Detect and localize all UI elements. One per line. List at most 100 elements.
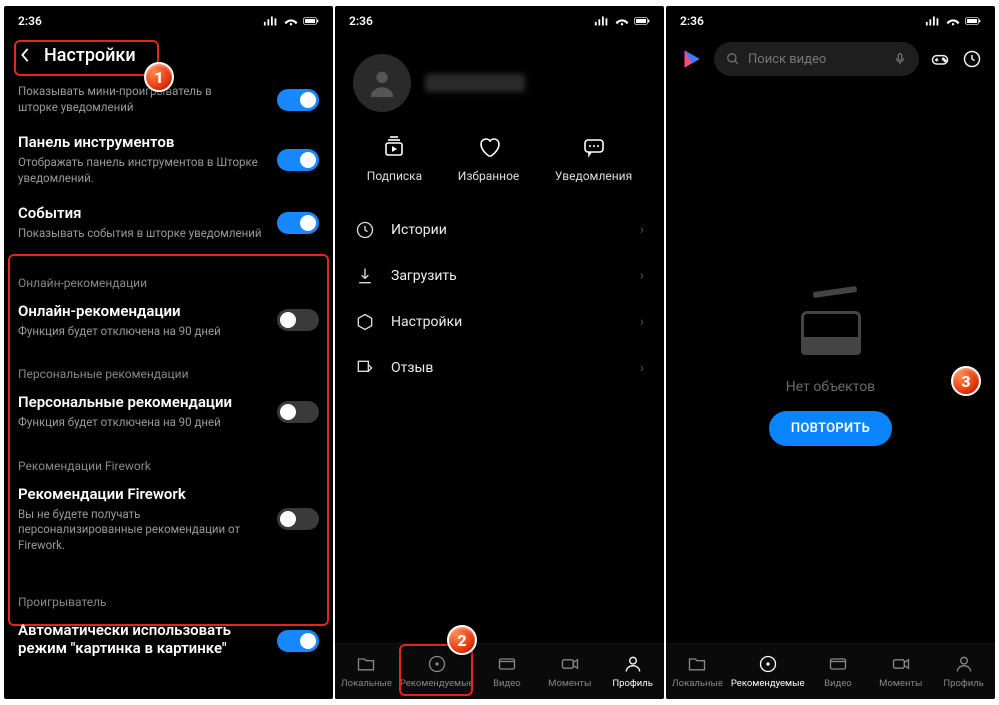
nav-recommended[interactable]: Рекомендуемые [398, 650, 476, 693]
chat-icon [579, 134, 609, 160]
chevron-right-icon: › [640, 360, 644, 376]
section-personal-recs: Персональные рекомендации [18, 349, 319, 385]
menu-list: Истории › Загрузить › Настройки › Отзыв … [335, 203, 664, 395]
nav-local[interactable]: Локальные [335, 650, 398, 693]
setting-desc: Функция будет отключена на 90 дней [18, 415, 232, 431]
search-placeholder: Поиск видео [748, 52, 826, 67]
menu-label: Отзыв [391, 360, 433, 376]
nav-profile[interactable]: Профиль [601, 650, 664, 693]
step-badge-3: 3 [951, 366, 981, 396]
setting-title: Панель инструментов [18, 133, 267, 151]
back-icon[interactable] [14, 44, 36, 66]
nav-label: Профиль [943, 678, 984, 689]
setting-firework-recs[interactable]: Рекомендации Firework Вы не будете получ… [18, 477, 319, 564]
toggle-events[interactable] [277, 212, 319, 234]
setting-desc: Отображать панель инструментов в Шторке … [18, 155, 267, 186]
menu-label: Истории [391, 222, 447, 238]
setting-desc: Показывать события в шторке уведомлений [18, 226, 262, 242]
menu-history[interactable]: Истории › [343, 207, 656, 253]
toggle-firework-recs[interactable] [277, 508, 319, 530]
nav-video[interactable]: Видео [807, 650, 870, 693]
nav-moments[interactable]: Моменты [869, 650, 932, 693]
nav-moments[interactable]: Моменты [538, 650, 601, 693]
nav-profile[interactable]: Профиль [932, 650, 995, 693]
triple-subscribe[interactable]: Подписка [367, 134, 422, 183]
setting-personal-recs[interactable]: Персональные рекомендации Функция будет … [18, 385, 319, 441]
nav-label: Локальные [341, 678, 392, 689]
status-time: 2:36 [18, 14, 42, 28]
setting-pip[interactable]: Автоматически использовать режим "картин… [18, 613, 319, 661]
nav-label: Профиль [612, 678, 653, 689]
username-blurred [425, 74, 525, 92]
toggle-toolbar[interactable] [277, 149, 319, 171]
hex-icon [355, 312, 375, 332]
section-player: Проигрыватель [18, 577, 319, 613]
triple-label: Подписка [367, 169, 422, 183]
status-bar: 2:36 [4, 6, 333, 36]
menu-feedback[interactable]: Отзыв › [343, 345, 656, 391]
nav-label: Видео [493, 678, 521, 689]
triple-label: Уведомления [555, 169, 632, 183]
setting-title: Автоматически использовать режим "картин… [18, 621, 267, 657]
setting-events[interactable]: События Показывать события в шторке увед… [18, 196, 319, 252]
bottom-nav: Локальные Рекомендуемые Видео Моменты Пр… [335, 643, 664, 699]
setting-desc: Показывать мини-проигрыватель в шторке у… [18, 84, 238, 115]
clock-icon[interactable] [961, 48, 983, 70]
triple-label: Избранное [458, 169, 520, 183]
status-bar: 2:36 [666, 6, 995, 36]
empty-text: Нет объектов [786, 379, 875, 395]
menu-download[interactable]: Загрузить › [343, 253, 656, 299]
empty-state: Нет объектов ПОВТОРИТЬ [666, 86, 995, 643]
status-icons [925, 15, 981, 27]
menu-label: Настройки [391, 314, 462, 330]
empty-illustration-icon [791, 283, 871, 363]
menu-label: Загрузить [391, 268, 457, 284]
setting-toolbar[interactable]: Панель инструментов Отображать панель ин… [18, 125, 319, 196]
status-icons [594, 15, 650, 27]
gamepad-icon[interactable] [929, 48, 951, 70]
screen-settings: 2:36 Настройки 1 Показывать мини-проигры… [4, 6, 333, 699]
search-icon [726, 52, 740, 66]
settings-body: Показывать мини-проигрыватель в шторке у… [4, 76, 333, 699]
triple-row: Подписка Избранное Уведомления [335, 126, 664, 203]
step-badge-1: 1 [144, 62, 174, 92]
settings-title: Настройки [44, 45, 136, 66]
triple-notifications[interactable]: Уведомления [555, 134, 632, 183]
setting-desc: Вы не будете получать персонализированны… [18, 507, 267, 554]
profile-row[interactable] [335, 46, 664, 126]
nav-local[interactable]: Локальные [666, 650, 729, 693]
status-time: 2:36 [349, 14, 373, 28]
nav-label: Видео [824, 678, 852, 689]
menu-settings[interactable]: Настройки › [343, 299, 656, 345]
subscribe-icon [379, 134, 409, 160]
toggle-miniplayer[interactable] [277, 89, 319, 111]
setting-online-recs[interactable]: Онлайн-рекомендации Функция будет отключ… [18, 294, 319, 350]
retry-button[interactable]: ПОВТОРИТЬ [769, 411, 892, 446]
download-icon [355, 266, 375, 286]
nav-recommended[interactable]: Рекомендуемые [729, 650, 807, 693]
edit-icon [355, 358, 375, 378]
nav-label: Рекомендуемые [731, 678, 805, 689]
clock-icon [355, 220, 375, 240]
section-firework-recs: Рекомендации Firework [18, 441, 319, 477]
setting-title: Онлайн-рекомендации [18, 302, 221, 320]
nav-video[interactable]: Видео [476, 650, 539, 693]
section-online-recs: Онлайн-рекомендации [18, 258, 319, 294]
chevron-right-icon: › [640, 268, 644, 284]
step-badge-2: 2 [447, 625, 477, 655]
search-input[interactable]: Поиск видео [714, 42, 919, 76]
toggle-online-recs[interactable] [277, 309, 319, 331]
avatar [353, 54, 411, 112]
toggle-pip[interactable] [277, 630, 319, 652]
setting-title: События [18, 204, 262, 222]
triple-favorites[interactable]: Избранное [458, 134, 520, 183]
heart-icon [474, 134, 504, 160]
setting-title: Рекомендации Firework [18, 485, 267, 503]
chevron-right-icon: › [640, 222, 644, 238]
mi-video-logo-icon [678, 46, 704, 72]
nav-label: Моменты [879, 678, 922, 689]
nav-label: Моменты [548, 678, 591, 689]
toggle-personal-recs[interactable] [277, 401, 319, 423]
nav-label: Рекомендуемые [400, 678, 474, 689]
status-icons [263, 15, 319, 27]
